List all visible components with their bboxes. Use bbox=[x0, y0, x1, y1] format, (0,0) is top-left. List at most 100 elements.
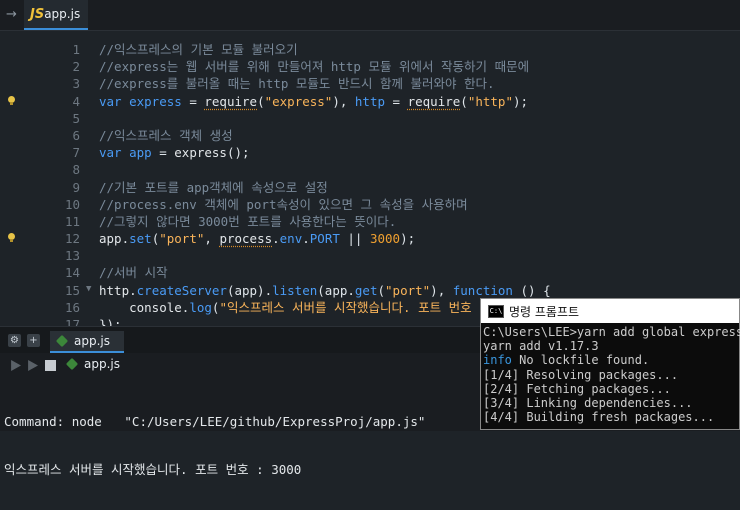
code-token: log bbox=[189, 299, 212, 315]
panel-settings-icon[interactable]: ⚙ bbox=[8, 334, 21, 347]
nodejs-icon bbox=[65, 357, 79, 371]
line-number: 14 bbox=[64, 265, 80, 281]
code-token: express bbox=[174, 145, 227, 161]
code-editor[interactable]: 1 //익스프레스의 기본 모듈 불러오기 2 //express는 웹 서버를 위해… bbox=[0, 31, 740, 332]
code-token: listen bbox=[272, 282, 318, 298]
code-token: require bbox=[407, 93, 461, 109]
line-number: 12 bbox=[64, 231, 80, 247]
line-number: 4 bbox=[72, 93, 80, 109]
code-token: = bbox=[181, 93, 205, 109]
code-token: ); bbox=[400, 231, 416, 247]
line-number: 15 bbox=[64, 282, 80, 298]
code-token: () { bbox=[512, 282, 551, 298]
cmd-line: [3/4] Linking dependencies... bbox=[483, 396, 740, 410]
code-token: ); bbox=[512, 93, 529, 109]
code-token: //익스프레스의 기본 모듈 불러오기 bbox=[99, 42, 298, 57]
code-token: ), bbox=[332, 93, 355, 109]
code-token: 3000 bbox=[369, 231, 401, 247]
code-token: PORT bbox=[309, 231, 340, 247]
lightbulb-icon[interactable] bbox=[8, 95, 15, 105]
code-token: http bbox=[354, 93, 386, 109]
lightbulb-icon[interactable] bbox=[8, 233, 15, 243]
line-number: 16 bbox=[64, 299, 80, 315]
line-content: //express는 웹 서버를 위해 만들어져 http 모듈 위에서 작동하… bbox=[99, 58, 529, 75]
code-token: //그렇지 않다면 3000번 포트를 사용한다는 뜻이다. bbox=[99, 213, 397, 229]
code-token: = bbox=[385, 93, 408, 109]
panel-tab-label: app.js bbox=[74, 334, 110, 348]
run-toolbar: app.js bbox=[0, 353, 480, 379]
line-number: 13 bbox=[64, 248, 80, 264]
code-token: process bbox=[219, 231, 273, 247]
code-token: //express를 불러올 때는 http 모듈도 반드시 함께 불러와야 한… bbox=[99, 76, 495, 92]
command-prompt-window[interactable]: C:\ 명령 프롬프트 C:\Users\LEE>yarn add global… bbox=[480, 298, 740, 430]
nodejs-icon bbox=[55, 334, 69, 348]
code-token: || bbox=[339, 231, 370, 247]
fold-arrow-icon[interactable]: ▼ bbox=[86, 281, 91, 298]
code-token: . bbox=[272, 231, 280, 247]
cmd-line: yarn add v1.17.3 bbox=[483, 339, 740, 353]
line-content: //express를 불러올 때는 http 모듈도 반드시 함께 불러와야 한… bbox=[99, 75, 495, 92]
cmd-line-text: [2/4] Fetching packages... bbox=[483, 381, 671, 396]
restart-icon[interactable] bbox=[27, 360, 38, 371]
code-token: (app. bbox=[317, 282, 355, 298]
code-token: //process.env 객체에 port속성이 있으면 그 속성을 사용하며 bbox=[99, 196, 468, 212]
panel-tab-app-js[interactable]: app.js bbox=[50, 331, 124, 353]
line-number: 2 bbox=[72, 59, 80, 75]
editor-tab-bar: → JS app.js bbox=[0, 0, 740, 31]
code-token: app bbox=[129, 145, 152, 161]
run-config[interactable]: app.js bbox=[65, 357, 120, 371]
js-file-icon: JS bbox=[30, 6, 45, 22]
panel-add-button[interactable]: + bbox=[27, 334, 40, 347]
console-line: 익스프레스 서버를 시작했습니다. 포트 번호 : 3000 bbox=[4, 462, 302, 477]
line-content: http.createServer(app).listen(app.get("p… bbox=[99, 282, 551, 299]
line-number: 8 bbox=[72, 162, 80, 178]
line-content: //기본 포트를 app객체에 속성으로 설정 bbox=[99, 179, 328, 196]
console-output: Command: node "C:/Users/LEE/github/Expre… bbox=[4, 382, 425, 510]
cmd-title-bar[interactable]: C:\ 명령 프롬프트 bbox=[481, 299, 739, 323]
line-content: //process.env 객체에 port속성이 있으면 그 속성을 사용하며 bbox=[99, 196, 468, 213]
cmd-output[interactable]: C:\Users\LEE>yarn add global express yarn… bbox=[483, 325, 740, 424]
cmd-app-icon: C:\ bbox=[488, 305, 504, 318]
code-token: //express는 웹 서버를 위해 만들어져 http 모듈 위에서 작동하… bbox=[99, 59, 530, 75]
line-number: 1 bbox=[72, 42, 80, 57]
line-number: 3 bbox=[72, 76, 80, 92]
line-content: //서버 시작 bbox=[99, 264, 168, 281]
code-token: express bbox=[129, 93, 182, 109]
code-token: "port" bbox=[385, 282, 431, 298]
nav-arrow-icon[interactable]: → bbox=[6, 7, 17, 22]
cmd-line-text: [3/4] Linking dependencies... bbox=[483, 396, 693, 411]
code-token: var bbox=[99, 93, 130, 109]
tab-app-js[interactable]: JS app.js bbox=[24, 0, 88, 30]
code-token: //기본 포트를 app객체에 속성으로 설정 bbox=[99, 179, 328, 195]
code-token: = bbox=[151, 145, 175, 161]
cmd-line: info No lockfile found. bbox=[483, 353, 740, 367]
line-number: 11 bbox=[64, 213, 80, 229]
cmd-line: [1/4] Resolving packages... bbox=[483, 368, 740, 382]
code-token: var bbox=[99, 145, 130, 161]
cmd-line-text: [1/4] Resolving packages... bbox=[483, 367, 679, 382]
run-icon[interactable] bbox=[10, 360, 21, 371]
code-token: http bbox=[99, 282, 130, 298]
line-content: var express = require ("express"), http =… bbox=[99, 93, 528, 110]
code-token: "http" bbox=[467, 93, 513, 109]
line-content: //익스프레스 객체 생성 bbox=[99, 127, 233, 144]
code-token: ( bbox=[257, 93, 265, 109]
code-token: function bbox=[452, 282, 513, 298]
line-number: 5 bbox=[72, 110, 80, 126]
code-token: (); bbox=[226, 145, 250, 161]
cmd-line: [2/4] Fetching packages... bbox=[483, 382, 740, 396]
cmd-line: [4/4] Building fresh packages... bbox=[483, 410, 740, 424]
code-token: //서버 시작 bbox=[99, 265, 168, 281]
code-token: set bbox=[129, 231, 152, 247]
cmd-line-text: C:\Users\LEE>yarn add global express bbox=[483, 325, 740, 339]
code-token: "익스프레스 서버를 시작했습니다. 포트 번호 :" bbox=[219, 299, 495, 315]
cmd-window-title: 명령 프롬프트 bbox=[509, 305, 580, 319]
line-content: //익스프레스의 기본 모듈 불러오기 bbox=[99, 41, 298, 58]
line-content: //그렇지 않다면 3000번 포트를 사용한다는 뜻이다. bbox=[99, 213, 396, 230]
line-number: 6 bbox=[72, 127, 80, 143]
cmd-info-tag: info bbox=[483, 353, 512, 368]
stop-icon[interactable] bbox=[45, 360, 56, 371]
line-content: app.set("port", process.env.PORT || 3000… bbox=[99, 230, 415, 247]
code-token: "express" bbox=[264, 93, 333, 109]
cmd-line: C:\Users\LEE>yarn add global express bbox=[483, 325, 740, 339]
